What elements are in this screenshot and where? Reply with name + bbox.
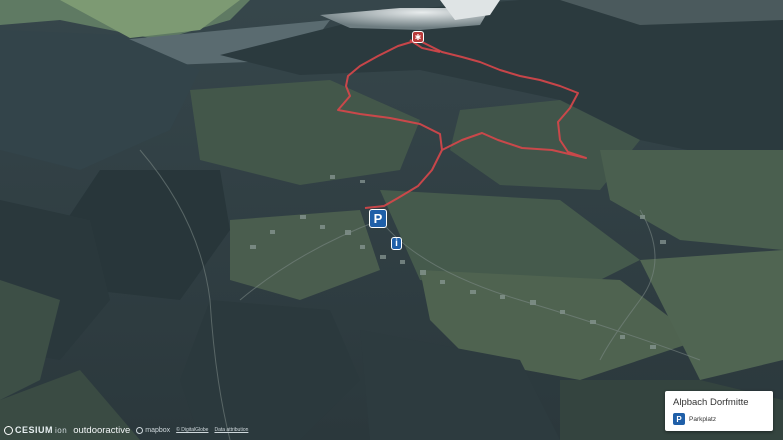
info-marker[interactable]: i	[391, 237, 402, 250]
cesium-ion-text: ion	[55, 425, 68, 435]
terrain-background	[0, 0, 783, 440]
map-attribution: CESIUM ion outdooractive mapbox © Digita…	[0, 420, 324, 440]
outdooractive-logo[interactable]: outdooractive	[73, 425, 130, 436]
mapbox-text: mapbox	[145, 426, 171, 434]
mapbox-icon	[136, 426, 144, 434]
cesium-logo[interactable]: CESIUM ion	[4, 425, 67, 435]
legend-item-parking[interactable]: P Parkplatz	[673, 413, 765, 425]
location-legend: Alpbach Dorfmitte P Parkplatz	[665, 391, 773, 431]
cesium-text: CESIUM	[15, 425, 54, 435]
parking-marker[interactable]: P	[369, 209, 387, 228]
parking-icon: P	[673, 413, 685, 425]
terrain-map[interactable]	[0, 0, 783, 440]
summit-poi-marker[interactable]: ✱	[412, 31, 424, 43]
credit-link-digitalglobe[interactable]: © DigitalGlobe	[176, 427, 208, 433]
mapbox-logo[interactable]: mapbox	[136, 426, 171, 434]
legend-title: Alpbach Dorfmitte	[673, 397, 749, 408]
cesium-icon	[4, 425, 13, 435]
legend-item-label: Parkplatz	[689, 415, 717, 423]
credit-link-data-attribution[interactable]: Data attribution	[214, 427, 248, 433]
